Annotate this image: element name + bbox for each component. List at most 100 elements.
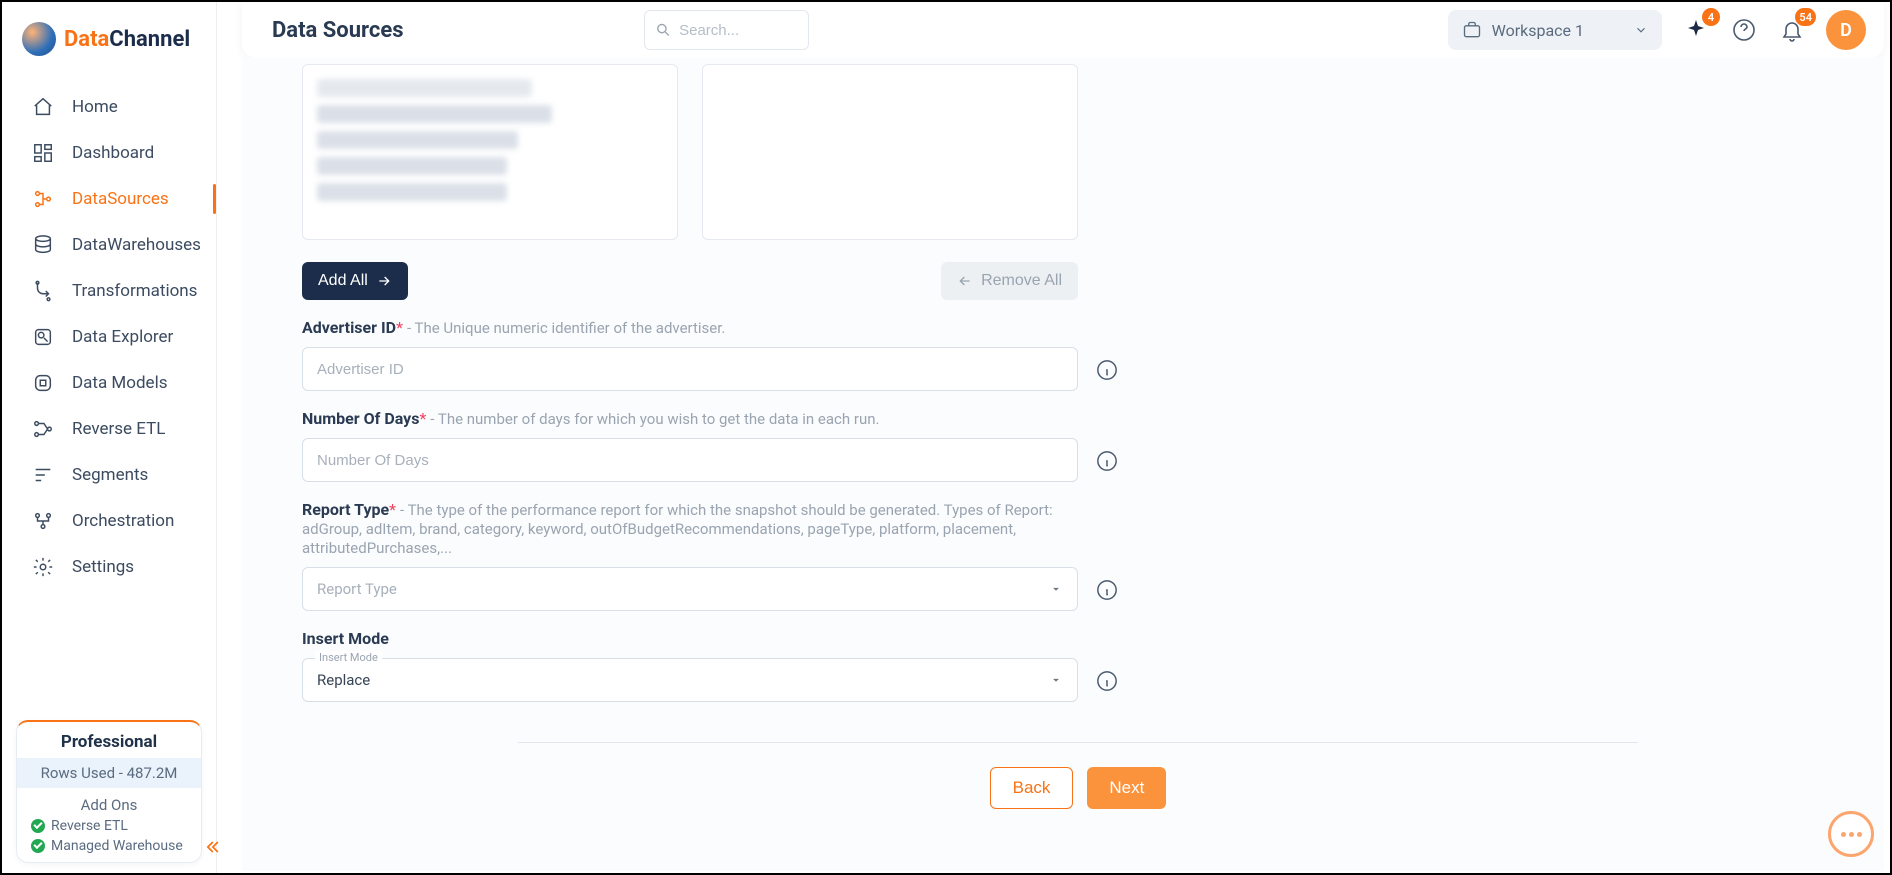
search-input[interactable] xyxy=(679,22,797,39)
add-all-label: Add All xyxy=(318,272,368,290)
plan-addon-label: Reverse ETL xyxy=(51,818,128,834)
plan-card: Professional Rows Used - 487.2M Add Ons … xyxy=(16,720,202,863)
help-icon xyxy=(1732,18,1756,42)
list-item[interactable] xyxy=(317,157,507,175)
brand-name-left: Data xyxy=(64,27,109,52)
report-type-select[interactable]: Report Type xyxy=(302,567,1078,611)
main-content: Add All Remove All Advertiser ID* - The … xyxy=(242,58,1884,871)
search-icon xyxy=(655,20,672,40)
info-icon[interactable] xyxy=(1096,579,1118,601)
explorer-icon xyxy=(32,326,54,348)
arrow-left-icon xyxy=(957,273,973,289)
notifications-badge: 54 xyxy=(1795,8,1816,26)
transformations-icon xyxy=(32,280,54,302)
available-columns-list[interactable] xyxy=(302,64,678,240)
selected-columns-list[interactable] xyxy=(702,64,1078,240)
sidebar-item-explorer[interactable]: Data Explorer xyxy=(2,314,216,360)
info-icon[interactable] xyxy=(1096,359,1118,381)
columns-picker xyxy=(302,64,1854,240)
sidebar-item-models[interactable]: Data Models xyxy=(2,360,216,406)
plan-addon-item: Reverse ETL xyxy=(17,816,201,836)
chat-icon xyxy=(1841,832,1862,837)
brand-name-right: Channel xyxy=(109,27,190,52)
required-indicator: * xyxy=(389,500,396,519)
field-label: Report Type xyxy=(302,500,389,519)
field-label: Insert Mode xyxy=(302,629,389,648)
list-actions: Add All Remove All xyxy=(302,262,1078,300)
chevron-down-icon xyxy=(1634,23,1648,37)
field-desc: - The number of days for which you wish … xyxy=(430,410,879,428)
sidebar-item-transformations[interactable]: Transformations xyxy=(2,268,216,314)
field-label: Advertiser ID xyxy=(302,318,396,337)
orchestration-icon xyxy=(32,510,54,532)
advertiser-id-input[interactable] xyxy=(302,347,1078,391)
plan-addons-title: Add Ons xyxy=(17,788,201,816)
form: Advertiser ID* - The Unique numeric iden… xyxy=(302,318,1078,702)
sidebar-item-label: Home xyxy=(72,97,118,117)
remove-all-label: Remove All xyxy=(981,272,1062,290)
list-item[interactable] xyxy=(317,131,518,149)
models-icon xyxy=(32,372,54,394)
workspace-name: Workspace 1 xyxy=(1492,21,1584,40)
datasources-icon xyxy=(32,188,54,210)
workspace-selector[interactable]: Workspace 1 xyxy=(1448,10,1662,50)
plan-addon-item: Managed Warehouse xyxy=(17,836,201,862)
info-icon[interactable] xyxy=(1096,450,1118,472)
avatar-initial: D xyxy=(1840,20,1852,41)
info-icon[interactable] xyxy=(1096,670,1118,692)
reverse-etl-icon xyxy=(32,418,54,440)
sidebar-item-datawarehouses[interactable]: DataWarehouses xyxy=(2,222,216,268)
plan-addon-label: Managed Warehouse xyxy=(51,838,183,854)
next-button[interactable]: Next xyxy=(1087,767,1166,809)
check-icon xyxy=(31,819,45,833)
sparkle-badge: 4 xyxy=(1702,8,1720,26)
caret-down-icon xyxy=(1049,582,1063,596)
sidebar-item-home[interactable]: Home xyxy=(2,84,216,130)
plan-name: Professional xyxy=(17,724,201,758)
home-icon xyxy=(32,96,54,118)
required-indicator: * xyxy=(419,409,426,428)
page-header: Data Sources Workspace 1 4 54 D xyxy=(242,2,1884,58)
global-search[interactable] xyxy=(644,10,809,50)
select-placeholder: Report Type xyxy=(317,580,397,598)
sidebar-item-label: DataWarehouses xyxy=(72,235,201,255)
add-all-button[interactable]: Add All xyxy=(302,262,408,300)
dashboard-icon xyxy=(32,142,54,164)
sidebar-item-label: Data Models xyxy=(72,373,167,393)
list-item[interactable] xyxy=(317,105,552,123)
notifications-button[interactable]: 54 xyxy=(1778,16,1806,44)
page-title: Data Sources xyxy=(272,18,404,43)
field-number-of-days: Number Of Days* - The number of days for… xyxy=(302,409,1078,482)
list-item[interactable] xyxy=(317,183,507,201)
settings-icon xyxy=(32,556,54,578)
briefcase-icon xyxy=(1462,20,1482,40)
list-item[interactable] xyxy=(317,79,532,97)
sidebar-collapse-button[interactable] xyxy=(198,833,226,861)
field-desc: - The type of the performance report for… xyxy=(302,501,1053,557)
arrow-right-icon xyxy=(376,273,392,289)
sidebar: DataChannel Home Dashboard DataSources D… xyxy=(2,2,217,873)
required-indicator: * xyxy=(396,318,403,337)
select-value: Replace xyxy=(317,671,370,689)
sidebar-item-label: Dashboard xyxy=(72,143,154,163)
help-button[interactable] xyxy=(1730,16,1758,44)
sidebar-item-datasources[interactable]: DataSources xyxy=(2,176,216,222)
check-icon xyxy=(31,839,45,853)
sidebar-item-segments[interactable]: Segments xyxy=(2,452,216,498)
brand-logo-mark xyxy=(22,22,56,56)
back-button[interactable]: Back xyxy=(990,767,1074,809)
number-of-days-input[interactable] xyxy=(302,438,1078,482)
brand-logo: DataChannel xyxy=(2,2,216,66)
insert-mode-select[interactable]: Insert Mode Replace xyxy=(302,658,1078,702)
sidebar-item-reverse-etl[interactable]: Reverse ETL xyxy=(2,406,216,452)
sidebar-item-label: Data Explorer xyxy=(72,327,173,347)
sidebar-item-label: Orchestration xyxy=(72,511,174,531)
field-label: Number Of Days xyxy=(302,409,419,428)
chat-widget-button[interactable] xyxy=(1828,811,1874,857)
sidebar-item-settings[interactable]: Settings xyxy=(2,544,216,590)
avatar[interactable]: D xyxy=(1826,10,1866,50)
sidebar-item-dashboard[interactable]: Dashboard xyxy=(2,130,216,176)
sidebar-item-orchestration[interactable]: Orchestration xyxy=(2,498,216,544)
field-report-type: Report Type* - The type of the performan… xyxy=(302,500,1078,611)
ai-sparkle-button[interactable]: 4 xyxy=(1682,16,1710,44)
